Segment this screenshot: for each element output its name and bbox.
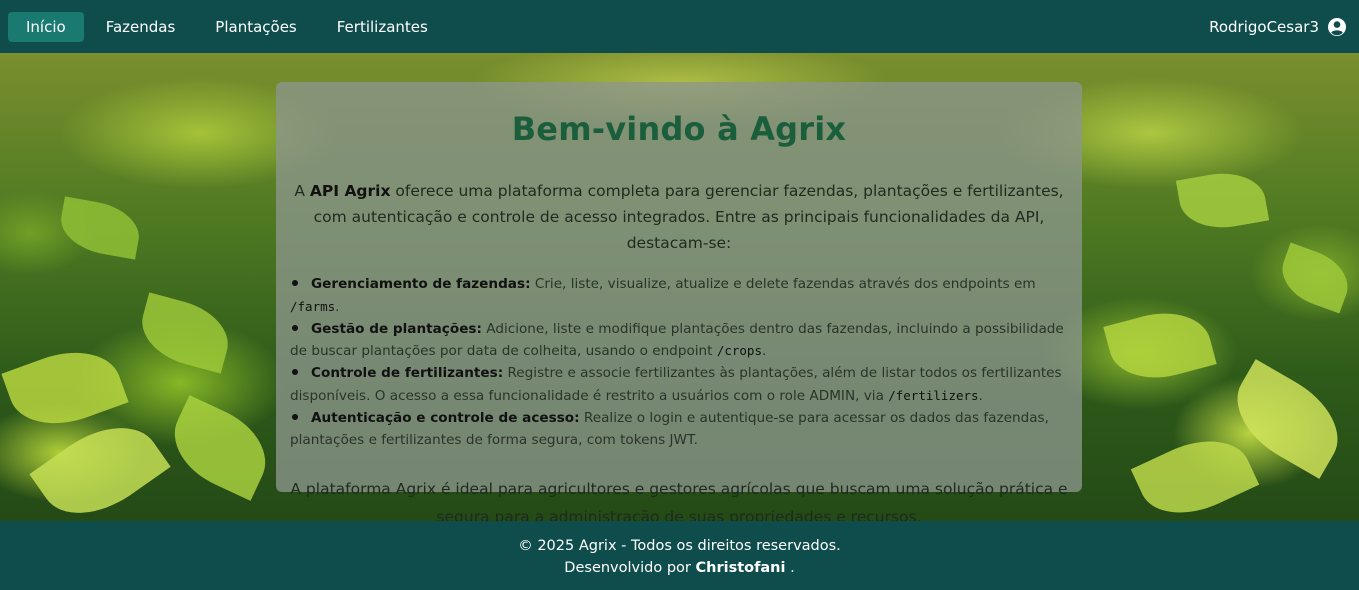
- intro-prefix: A: [294, 182, 310, 200]
- outro-paragraph: A plataforma Agrix é ideal para agricult…: [290, 480, 1068, 521]
- leaf-decoration: [133, 292, 237, 374]
- leaf-decoration: [56, 196, 144, 260]
- page-title: Bem-vindo à Agrix: [511, 110, 847, 148]
- username: RodrigoCesar3: [1209, 17, 1319, 36]
- nav-link-plantacoes[interactable]: Plantações: [197, 12, 314, 42]
- leaf-decoration: [1130, 422, 1260, 521]
- leaf-decoration: [1103, 301, 1217, 390]
- feature-end: .: [761, 343, 767, 360]
- leaf-decoration: [1, 336, 129, 440]
- bullet-icon: [292, 369, 298, 376]
- list-item: Gestão de plantações: Adicione, liste e …: [290, 319, 1068, 364]
- feature-title: Autenticação e controle de acesso:: [311, 409, 580, 426]
- feature-endpoint: /farms: [290, 298, 336, 314]
- feature-title: Gestão de plantações:: [311, 320, 482, 337]
- credit-prefix: Desenvolvido por: [564, 560, 696, 576]
- nav-links: Início Fazendas Plantações Fertilizantes: [8, 11, 446, 42]
- leaf-decoration: [1273, 242, 1357, 314]
- feature-end: .: [978, 387, 983, 404]
- nav-link-fazendas[interactable]: Fazendas: [88, 12, 194, 42]
- nav-link-fertilizantes[interactable]: Fertilizantes: [319, 12, 446, 42]
- footer: © 2025 Agrix - Todos os direitos reserva…: [0, 521, 1359, 590]
- credit-suffix: .: [785, 560, 795, 576]
- leaf-decoration: [159, 395, 281, 501]
- welcome-card: Bem-vindo à Agrix A API Agrix oferece um…: [276, 82, 1082, 521]
- list-item: Gerenciamento de fazendas: Crie, liste, …: [290, 274, 1068, 319]
- feature-text: Crie, liste, visualize, atualize e delet…: [530, 276, 1036, 292]
- developer-credit: Desenvolvido por Christofani .: [0, 557, 1359, 579]
- user-menu[interactable]: RodrigoCesar3: [1209, 17, 1351, 37]
- list-item: Autenticação e controle de acesso: Reali…: [290, 408, 1068, 452]
- leaf-decoration: [1175, 166, 1270, 235]
- account-circle-icon[interactable]: [1327, 17, 1347, 37]
- intro-bold: API Agrix: [309, 182, 391, 200]
- list-item: Controle de fertilizantes: Registre e as…: [290, 363, 1068, 408]
- feature-title: Controle de fertilizantes:: [311, 365, 504, 382]
- bullet-icon: [292, 413, 298, 420]
- nav-link-inicio[interactable]: Início: [8, 11, 84, 42]
- copyright-text: © 2025 Agrix - Todos os direitos reserva…: [518, 538, 841, 554]
- developer-name: Christofani: [695, 560, 786, 576]
- bullet-icon: [292, 280, 298, 286]
- bullet-icon: [292, 324, 298, 331]
- feature-title: Gerenciamento de fazendas:: [311, 276, 531, 292]
- features-list: Gerenciamento de fazendas: Crie, liste, …: [290, 274, 1068, 451]
- intro-paragraph: A API Agrix oferece uma plataforma compl…: [290, 178, 1068, 256]
- hero-background: Bem-vindo à Agrix A API Agrix oferece um…: [0, 53, 1359, 521]
- feature-end: .: [335, 298, 340, 315]
- top-navbar: Início Fazendas Plantações Fertilizantes…: [0, 0, 1359, 53]
- intro-rest: oferece uma plataforma completa para ger…: [313, 182, 1064, 252]
- feature-endpoint: /crops: [716, 343, 762, 359]
- feature-endpoint: /fertilizers: [888, 387, 979, 403]
